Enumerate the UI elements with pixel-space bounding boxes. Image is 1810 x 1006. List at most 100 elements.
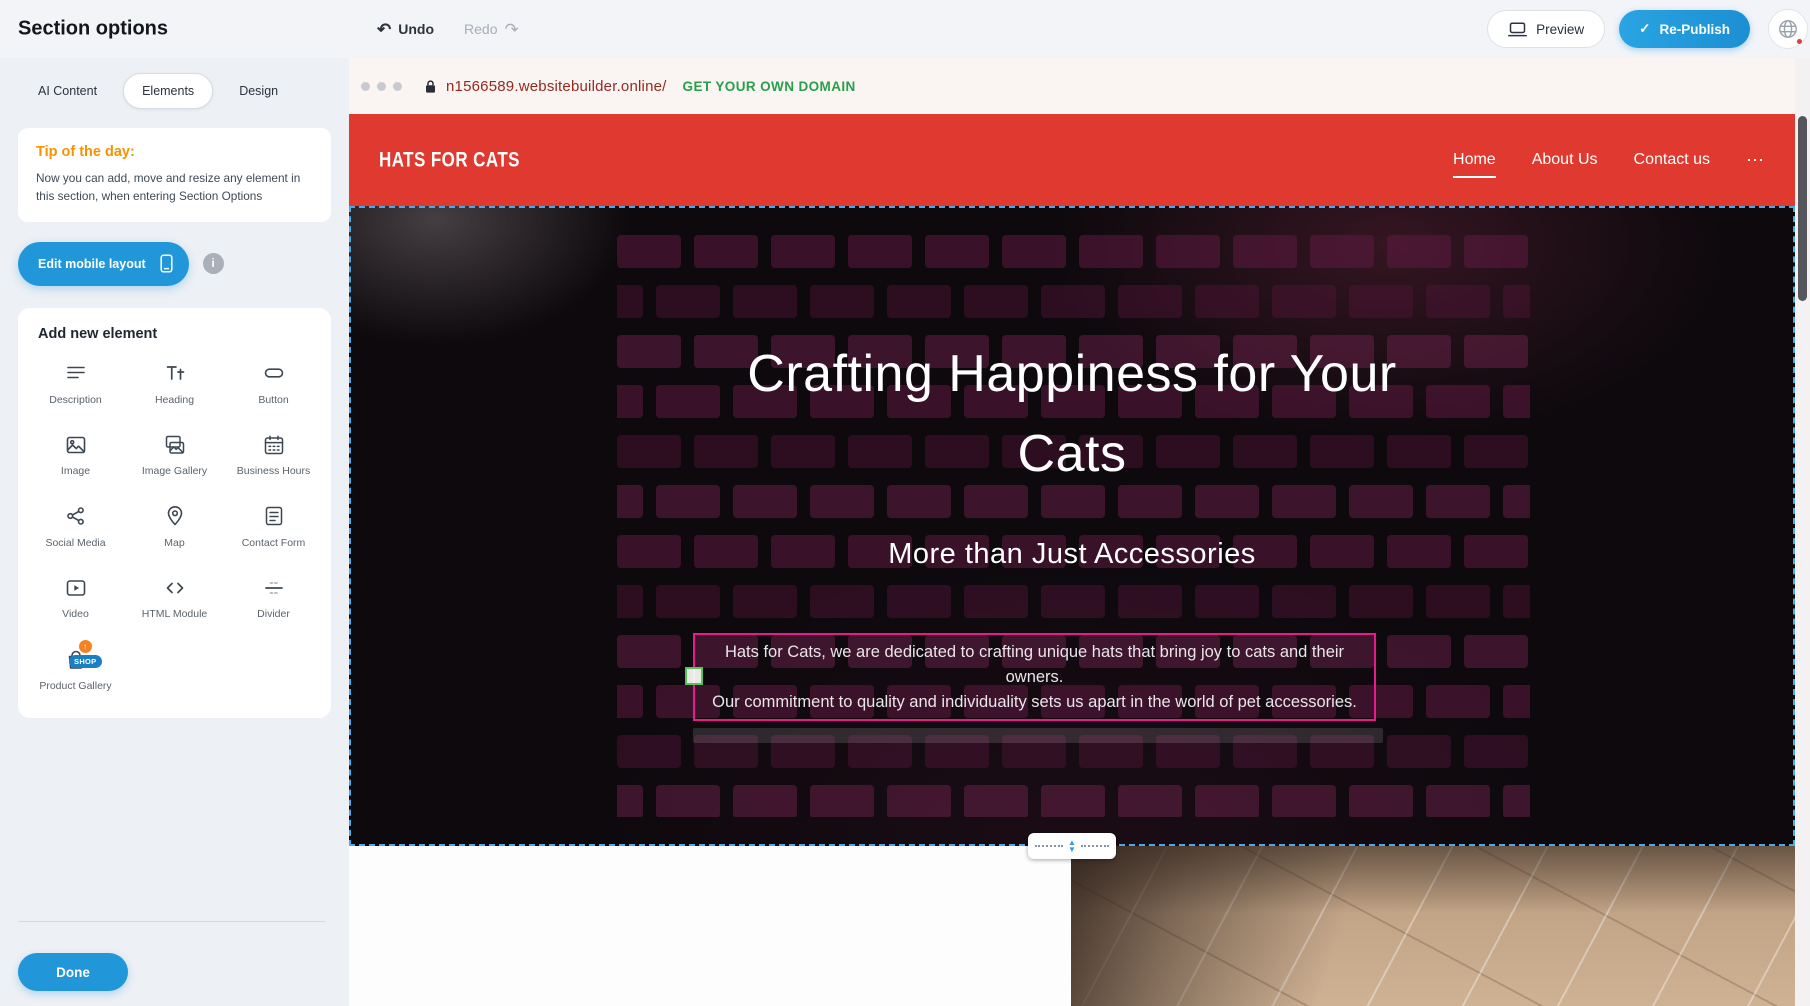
brick: [733, 585, 797, 618]
brick: [617, 685, 643, 718]
brick: [1426, 685, 1490, 718]
check-icon: ✓: [1639, 21, 1650, 37]
republish-button[interactable]: ✓ Re-Publish: [1619, 10, 1750, 48]
nav-item-home[interactable]: Home: [1453, 151, 1496, 169]
contact-form-icon: [262, 503, 286, 530]
selected-text-element[interactable]: Hats for Cats, we are dedicated to craft…: [693, 633, 1376, 721]
nav-item-contact[interactable]: Contact us: [1634, 151, 1710, 169]
brick: [810, 285, 874, 318]
heading-icon: [163, 360, 187, 387]
brick: [771, 235, 835, 268]
browser-bar: n1566589.websitebuilder.online/ GET YOUR…: [349, 58, 1810, 114]
site-header: HATS FOR CATS Home About Us Contact us ⋯: [349, 114, 1795, 206]
hero-heading[interactable]: Crafting Happiness for Your Cats: [349, 334, 1795, 494]
preview-label: Preview: [1536, 22, 1584, 37]
preview-button[interactable]: Preview: [1487, 10, 1605, 48]
brick: [1156, 235, 1220, 268]
element-item-image[interactable]: Image: [29, 431, 123, 479]
divider-icon: [262, 574, 286, 601]
sidebar-tabs: AI Content Elements Design: [20, 73, 331, 109]
element-item-product-gallery[interactable]: ↑ SHOP Product Gallery: [29, 646, 123, 694]
site-url: n1566589.websitebuilder.online/: [446, 78, 667, 95]
brick: [1233, 235, 1297, 268]
next-section: [349, 846, 1795, 1006]
element-item-button[interactable]: Button: [227, 360, 321, 408]
edit-mobile-layout-button[interactable]: Edit mobile layout: [18, 242, 189, 286]
brick: [694, 235, 758, 268]
element-item-description[interactable]: Description: [29, 360, 123, 408]
brick: [1272, 285, 1336, 318]
brick: [1426, 285, 1490, 318]
element-item-contact-form[interactable]: Contact Form: [227, 503, 321, 551]
product-gallery-icon: ↑ SHOP: [64, 646, 88, 673]
element-item-image-gallery[interactable]: Image Gallery: [128, 431, 222, 479]
brick: [848, 235, 912, 268]
lock-icon: [424, 79, 437, 94]
video-icon: [64, 574, 88, 601]
add-element-title: Add new element: [38, 326, 323, 342]
ghost-element-bar: [693, 728, 1383, 743]
mobile-layout-row: Edit mobile layout i: [18, 242, 331, 286]
element-item-map[interactable]: Map: [128, 503, 222, 551]
business-hours-icon: [262, 431, 286, 458]
redo-label: Redo: [464, 21, 497, 37]
undo-label: Undo: [398, 21, 434, 37]
upgrade-badge-icon: ↑: [79, 640, 92, 653]
scrollbar-thumb[interactable]: [1798, 116, 1807, 301]
undo-icon: ↶: [377, 21, 391, 38]
topbar: Section options ↶ Undo Redo ↷ Preview ✓ …: [0, 0, 1810, 58]
brick: [656, 585, 720, 618]
elements-grid: Description Heading Button: [26, 360, 323, 694]
brick: [1349, 585, 1413, 618]
sidebar: AI Content Elements Design Tip of the da…: [0, 58, 349, 1006]
nav-item-about[interactable]: About Us: [1532, 151, 1598, 169]
site-logo[interactable]: HATS FOR CATS: [379, 148, 520, 173]
brick: [810, 585, 874, 618]
brick: [617, 585, 643, 618]
page-title: Section options: [18, 18, 168, 41]
edit-mobile-label: Edit mobile layout: [38, 257, 146, 271]
sidebar-divider: [18, 921, 325, 922]
undo-button[interactable]: ↶ Undo: [377, 21, 434, 38]
brick: [1310, 235, 1374, 268]
add-element-panel: Add new element Description Heading: [18, 308, 331, 718]
image-gallery-icon: [163, 431, 187, 458]
window-dot: [393, 82, 402, 91]
nav-more-button[interactable]: ⋯: [1746, 150, 1765, 171]
site-nav: Home About Us Contact us ⋯: [1453, 150, 1765, 171]
brick: [1387, 635, 1451, 668]
hero-subheading[interactable]: More than Just Accessories: [349, 538, 1795, 571]
element-item-social-media[interactable]: Social Media: [29, 503, 123, 551]
tab-ai-content[interactable]: AI Content: [20, 74, 115, 108]
element-item-divider[interactable]: Divider: [227, 574, 321, 622]
get-domain-link[interactable]: GET YOUR OWN DOMAIN: [683, 79, 856, 94]
done-button[interactable]: Done: [18, 953, 128, 991]
info-icon[interactable]: i: [203, 253, 224, 274]
brick: [925, 235, 989, 268]
paragraph-line: Hats for Cats, we are dedicated to craft…: [695, 640, 1374, 690]
button-icon: [262, 360, 286, 387]
tab-design[interactable]: Design: [221, 74, 296, 108]
element-resize-handle[interactable]: [685, 667, 703, 685]
brick: [1272, 785, 1336, 817]
element-item-heading[interactable]: Heading: [128, 360, 222, 408]
resize-arrows-icon: ▲▼: [1068, 839, 1076, 853]
element-item-html-module[interactable]: HTML Module: [128, 574, 222, 622]
tip-title: Tip of the day:: [36, 144, 313, 160]
section-resize-handle[interactable]: ▲▼: [1028, 833, 1116, 859]
redo-icon: ↷: [504, 21, 518, 38]
element-item-video[interactable]: Video: [29, 574, 123, 622]
element-item-business-hours[interactable]: Business Hours: [227, 431, 321, 479]
tab-elements[interactable]: Elements: [123, 73, 213, 109]
shop-badge: SHOP: [69, 655, 101, 668]
brick: [1503, 785, 1530, 817]
brick: [1272, 585, 1336, 618]
redo-button[interactable]: Redo ↷: [464, 21, 519, 38]
language-globe-button[interactable]: [1768, 9, 1808, 49]
brick: [617, 635, 681, 668]
brick: [1387, 235, 1451, 268]
hero-section[interactable]: Crafting Happiness for Your Cats More th…: [349, 206, 1795, 846]
brick: [656, 785, 720, 817]
tip-body: Now you can add, move and resize any ele…: [36, 169, 306, 206]
brick: [1195, 585, 1259, 618]
